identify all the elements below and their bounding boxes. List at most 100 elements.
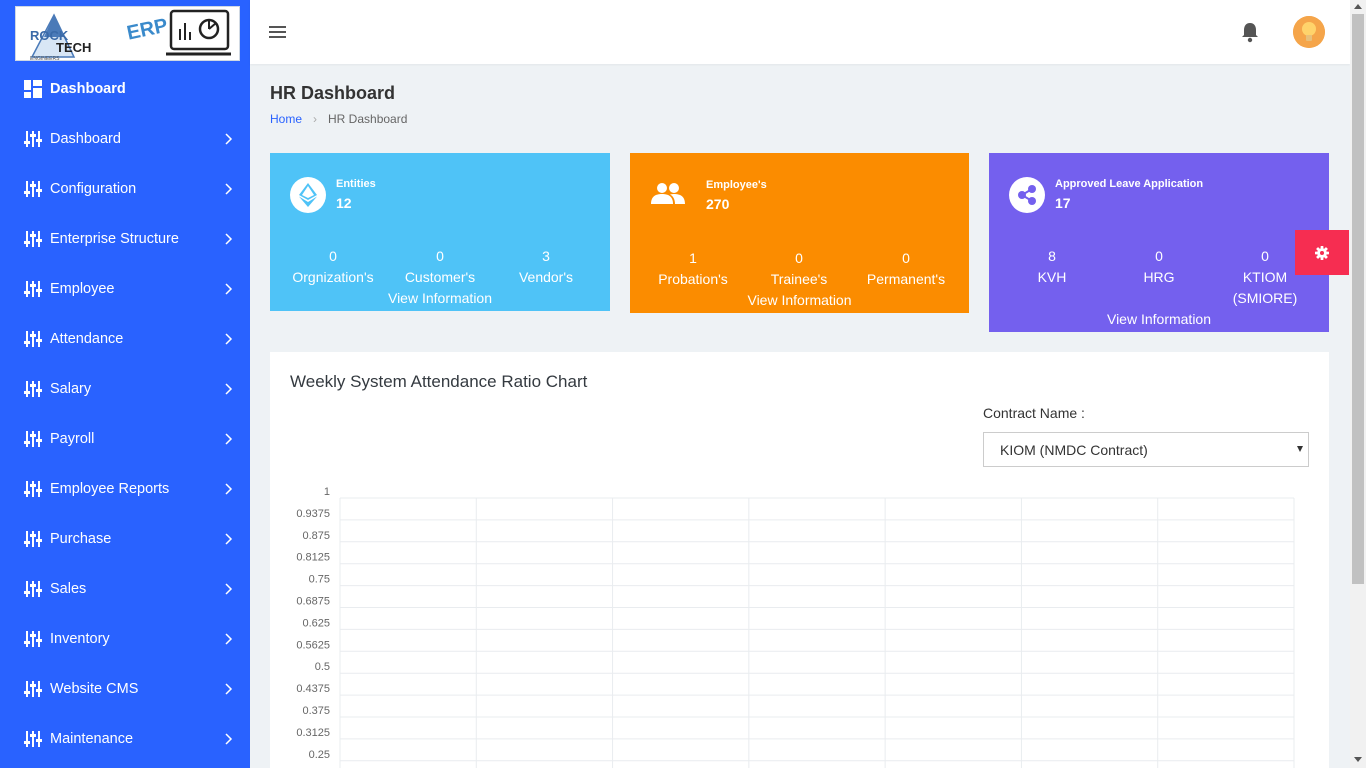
sidebar-item-dashboard[interactable]: Dashboard <box>0 114 250 164</box>
sidebar-item-configuration[interactable]: Configuration <box>0 164 250 214</box>
chevron-right-icon <box>220 231 236 247</box>
sidebar-item-enterprise-structure[interactable]: Enterprise Structure <box>0 214 250 264</box>
stat-number: 0 <box>795 250 803 266</box>
sliders-icon <box>24 630 42 648</box>
stat-label: Orgnization's <box>292 269 374 285</box>
sidebar-item-label: Employee Reports <box>50 481 170 497</box>
stat-label: Vendor's <box>518 269 574 285</box>
sidebar-item-purchase[interactable]: Purchase <box>0 514 250 564</box>
sidebar-item-employee-reports[interactable]: Employee Reports <box>0 464 250 514</box>
sidebar-item-website-cms[interactable]: Website CMS <box>0 664 250 714</box>
view-information-link[interactable]: View Information <box>989 311 1329 327</box>
settings-gear-button[interactable] <box>1295 230 1349 275</box>
sidebar-item-label: Salary <box>50 381 92 397</box>
chevron-right-icon <box>220 181 236 197</box>
company-logo[interactable]: ROCK TECH ENGINEERS ERP <box>15 6 240 62</box>
card-title: Approved Leave Application <box>1055 178 1204 190</box>
stat-number: 0 <box>902 250 910 266</box>
logo-text-engineers: ENGINEERS <box>30 56 60 62</box>
stat-number: 1 <box>689 250 697 266</box>
logo-text-tech: TECH <box>56 40 91 55</box>
chevron-right-icon <box>220 131 236 147</box>
card-value: 17 <box>1055 195 1071 211</box>
y-tick-label: 0.375 <box>302 705 330 717</box>
sidebar-nav: Dashboard Dashboard Configuration Enterpri… <box>0 64 250 764</box>
employees-card: Employee's 270 1 Probation's 0 Trainee's… <box>630 153 969 313</box>
sidebar-item-label: Dashboard <box>50 81 126 97</box>
chart-panel-title: Weekly System Attendance Ratio Chart <box>290 372 588 391</box>
y-tick-label: 0.875 <box>302 530 330 542</box>
page-scrollbar[interactable] <box>1350 0 1366 768</box>
sliders-icon <box>24 430 42 448</box>
card-value: 270 <box>706 196 730 212</box>
y-tick-label: 0.625 <box>302 617 330 629</box>
sidebar-item-employee[interactable]: Employee <box>0 264 250 314</box>
y-tick-label: 0.75 <box>309 574 330 586</box>
sidebar-item-salary[interactable]: Salary <box>0 364 250 414</box>
sliders-icon <box>24 230 42 248</box>
stat-number: 0 <box>329 248 337 264</box>
y-tick-label: 1 <box>324 486 330 498</box>
chevron-right-icon <box>220 431 236 447</box>
stat-permanent: 0 Permanent's <box>856 248 956 290</box>
card-title: Employee's <box>706 179 767 191</box>
sliders-icon <box>24 680 42 698</box>
sidebar-item-label: Purchase <box>50 531 112 547</box>
breadcrumb-current: HR Dashboard <box>328 112 408 126</box>
sidebar-item-label: Attendance <box>50 331 124 347</box>
sliders-icon <box>24 180 42 198</box>
sidebar-item-inventory[interactable]: Inventory <box>0 614 250 664</box>
y-tick-label: 0.8125 <box>296 552 330 564</box>
scroll-down-arrow-icon[interactable] <box>1354 757 1362 762</box>
y-tick-label: 0.5 <box>315 661 330 673</box>
sidebar-item-payroll[interactable]: Payroll <box>0 414 250 464</box>
sidebar-item-label: Maintenance <box>50 731 134 747</box>
chevron-right-icon <box>220 281 236 297</box>
page-title: HR Dashboard <box>270 83 396 103</box>
view-information-link[interactable]: View Information <box>630 292 969 308</box>
attendance-ratio-chart: 1 0.9375 0.875 0.8125 0.75 0.6875 0.625 0.5625 0… <box>296 486 1295 768</box>
approved-leave-card: Approved Leave Application 17 8 KVH 0 HR… <box>989 153 1329 332</box>
sliders-icon <box>24 280 42 298</box>
notification-bell-icon[interactable] <box>1240 21 1260 43</box>
hamburger-menu-icon[interactable] <box>268 22 288 42</box>
user-avatar[interactable] <box>1293 16 1325 48</box>
contract-name-select[interactable]: KIOM (NMDC Contract) <box>983 432 1309 467</box>
stat-number: 0 <box>1155 248 1163 264</box>
stat-hrg: 0 HRG <box>1109 246 1209 288</box>
attendance-chart-panel: Weekly System Attendance Ratio Chart Con… <box>270 352 1329 768</box>
breadcrumb-home-link[interactable]: Home <box>270 112 302 126</box>
sidebar-item-dashboard-top[interactable]: Dashboard <box>0 64 250 114</box>
contract-select-value: KIOM (NMDC Contract) <box>1000 441 1148 458</box>
select-caret-icon <box>1297 446 1303 452</box>
y-tick-label: 0.9375 <box>296 508 330 520</box>
chevron-right-icon <box>220 331 236 347</box>
scroll-up-arrow-icon[interactable] <box>1354 4 1362 9</box>
breadcrumb-separator-icon: › <box>313 112 318 126</box>
chevron-right-icon <box>220 381 236 397</box>
sidebar: ROCK TECH ENGINEERS ERP Dashboard Dashbo… <box>0 0 250 768</box>
scrollbar-thumb[interactable] <box>1352 14 1364 584</box>
stat-kvh: 8 KVH <box>1002 246 1102 288</box>
sidebar-item-attendance[interactable]: Attendance <box>0 314 250 364</box>
y-tick-label: 0.6875 <box>296 596 330 608</box>
gear-icon <box>1315 245 1329 260</box>
sidebar-item-label: Configuration <box>50 181 137 197</box>
chevron-right-icon <box>220 631 236 647</box>
logo-graphic: ROCK TECH ENGINEERS ERP <box>30 9 231 62</box>
y-tick-label: 0.3125 <box>296 727 330 739</box>
contract-name-label: Contract Name : <box>983 405 1085 421</box>
chevron-right-icon <box>220 681 236 697</box>
sidebar-item-maintenance[interactable]: Maintenance <box>0 714 250 764</box>
sidebar-item-sales[interactable]: Sales <box>0 564 250 614</box>
sliders-icon <box>24 730 42 748</box>
sidebar-item-label: Website CMS <box>50 681 139 697</box>
sidebar-item-label: Enterprise Structure <box>50 231 179 247</box>
view-information-link[interactable]: View Information <box>270 290 610 306</box>
sliders-icon <box>24 530 42 548</box>
breadcrumb: Home › HR Dashboard <box>270 112 407 126</box>
ethereum-icon <box>290 177 326 213</box>
sliders-icon <box>24 480 42 498</box>
stat-vendors: 3 Vendor's <box>496 246 596 288</box>
card-value: 12 <box>336 195 352 211</box>
